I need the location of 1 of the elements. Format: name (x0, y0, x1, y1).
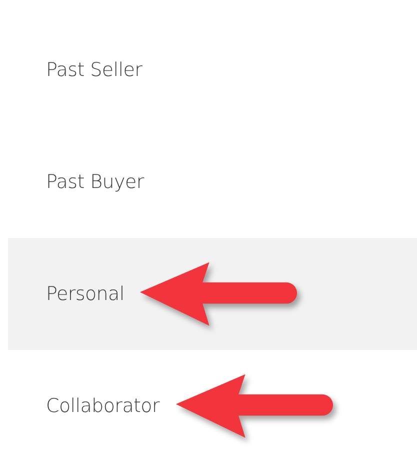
list-item[interactable]: Personal (8, 238, 417, 350)
